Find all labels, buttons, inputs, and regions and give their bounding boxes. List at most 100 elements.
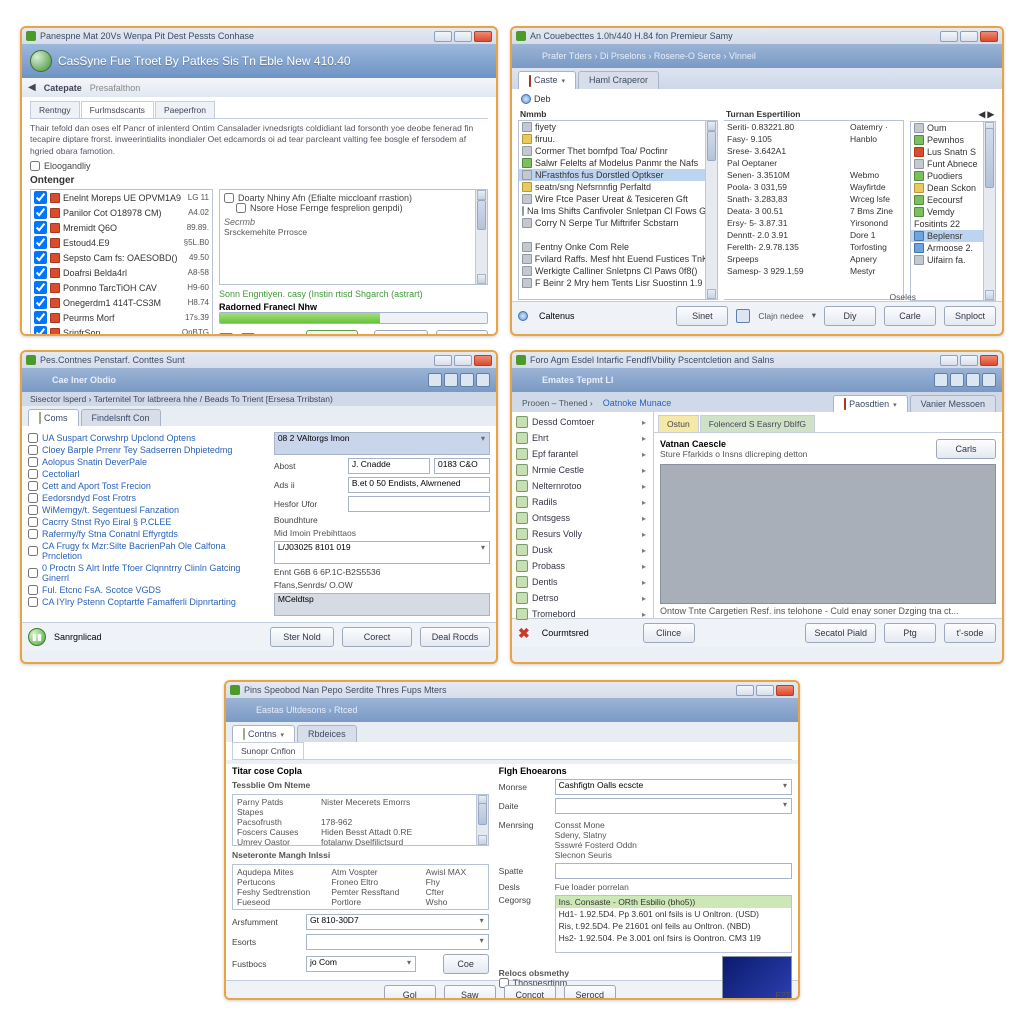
name-item[interactable]: Werkigte Calliner Snletpns Cl Paws 0f8() bbox=[519, 265, 717, 277]
category-item[interactable]: Sepsto Cam fs: OAESOBD()49.50 bbox=[31, 250, 212, 265]
category-item[interactable]: Mremidt Q6O89.89. bbox=[31, 220, 212, 235]
eos-combo[interactable]: jo Com bbox=[306, 956, 416, 972]
subtab-paeper[interactable]: Paeperfron bbox=[155, 101, 215, 118]
heater-input[interactable] bbox=[348, 496, 490, 512]
about-input[interactable]: J. Cnadde bbox=[348, 458, 430, 474]
breadcrumb[interactable]: Sisector lsperd › Tarternitel Tor latbre… bbox=[22, 392, 496, 406]
name-item[interactable]: Corry N Serpe Tur Miftrifer Scbstarn bbox=[519, 217, 717, 229]
maximize-button[interactable] bbox=[960, 31, 978, 42]
minimize-button[interactable] bbox=[940, 355, 958, 366]
cond-button[interactable]: Carle bbox=[884, 306, 936, 326]
checkbox-eloogandliy[interactable]: Eloogandliy bbox=[30, 161, 488, 171]
close-button[interactable] bbox=[776, 685, 794, 696]
sidebar-item[interactable]: Epf farantel▸ bbox=[512, 446, 653, 462]
tool-icon[interactable] bbox=[428, 373, 442, 387]
category-item[interactable]: Onegerdm1 414T-CS3MH8.74 bbox=[31, 295, 212, 310]
category-item[interactable]: Doafrsi Belda4rlA8-58 bbox=[31, 265, 212, 280]
name-item[interactable]: Na Ims Shifts Canfivoler Snletpan Cl Fow… bbox=[519, 205, 717, 217]
copy-icon[interactable] bbox=[736, 309, 750, 323]
name-item[interactable]: firuu. bbox=[519, 133, 717, 145]
titlebar[interactable]: Pins Speobod Nan Pepo Serdite Thres Fups… bbox=[226, 682, 798, 698]
option-item[interactable]: Rafermy/fy Stna Conatnl Effyrgtds bbox=[28, 528, 266, 540]
featured-button[interactable]: Featured bbox=[374, 330, 428, 336]
maximize-button[interactable] bbox=[756, 685, 774, 696]
opt-line2[interactable]: Nsore Hose Fernge fesprelion genpdi) bbox=[236, 203, 483, 213]
name-item[interactable]: Cormer Thet bomfpd Toa/ Pocfinr bbox=[519, 145, 717, 157]
tab-vanier[interactable]: Vanier Messoen bbox=[910, 395, 996, 412]
breadcrumb[interactable]: Prafer Tders › Di Prselons › Rosene-O Se… bbox=[542, 51, 756, 61]
close-button[interactable] bbox=[474, 355, 492, 366]
pane-label[interactable]: Sunopr Cnflon bbox=[232, 742, 304, 759]
category-item[interactable]: Ponmno TarcTiOH CAVH9-60 bbox=[31, 280, 212, 295]
option-item[interactable]: Aolopus Snatin DeverPale bbox=[28, 456, 266, 468]
option-item[interactable]: CA IYlry Pstenn Coptartfe Famafferli Dip… bbox=[28, 596, 266, 608]
save-button[interactable]: Ster Nold bbox=[270, 627, 334, 647]
name-item[interactable]: Salwr Felelts af Modelus Panmr the Nafs bbox=[519, 157, 717, 169]
tab-rbde[interactable]: Rbdeices bbox=[297, 725, 357, 742]
tool-icon[interactable] bbox=[982, 373, 996, 387]
banner-title[interactable]: Eastas Ultdesons › Rtced bbox=[256, 705, 358, 715]
name-item[interactable]: F Beinr 2 Mry hem Tents Lisr Suostinn 1.… bbox=[519, 277, 717, 289]
about-code[interactable]: 0183 C&O bbox=[434, 458, 490, 474]
cancel-button[interactable]: Corect bbox=[342, 627, 412, 647]
scrollbar[interactable] bbox=[475, 190, 487, 284]
category-item[interactable]: Estoud4.E9§5L.B0 bbox=[31, 235, 212, 250]
close-button[interactable] bbox=[980, 355, 998, 366]
nav-back-label[interactable]: Catepate bbox=[44, 83, 82, 93]
category-item[interactable]: SrinfrSonOnBTG bbox=[31, 325, 212, 336]
option-item[interactable]: 0 Proctn S Alrt Intfe Tfoer Clqnntrry Cl… bbox=[28, 562, 266, 584]
minimize-button[interactable] bbox=[434, 355, 452, 366]
scrollbar[interactable] bbox=[705, 121, 717, 299]
option-item[interactable]: Cloey Barple Prrenr Tey Sadserren Dhpiet… bbox=[28, 444, 266, 456]
type-list[interactable]: OumPewnhosLus Snatn SFunt AbnecePuodiers… bbox=[910, 121, 996, 301]
name-list[interactable]: fiyetyfiruu.Cormer Thet bomfpd Toa/ Pocf… bbox=[518, 120, 718, 300]
load-button[interactable]: f1 Lanll bbox=[306, 330, 358, 336]
sidebar-item[interactable]: Dusk▸ bbox=[512, 542, 653, 558]
link-encryption[interactable]: Sonn Engntiyen. casy (Instin rtisd Shgar… bbox=[219, 289, 488, 299]
name-item[interactable] bbox=[519, 229, 717, 241]
send-button[interactable]: Serocd bbox=[564, 985, 616, 1000]
arsh-combo[interactable]: Gt 810-30D7 bbox=[306, 914, 489, 930]
mc-field[interactable]: MCeldtsp bbox=[274, 593, 490, 616]
sidebar-item[interactable]: Ontsgess▸ bbox=[512, 510, 653, 526]
name-item[interactable]: NFrasthfos fus Dorstled Optkser bbox=[519, 169, 717, 181]
maximize-button[interactable] bbox=[960, 355, 978, 366]
console-canvas[interactable] bbox=[660, 464, 996, 604]
option-item[interactable]: Cett and Aport Tost Frecion bbox=[28, 480, 266, 492]
sidebar-item[interactable]: Tromebord▸ bbox=[512, 606, 653, 622]
option-item[interactable]: Cectoliarl bbox=[28, 468, 266, 480]
close-button[interactable] bbox=[474, 31, 492, 42]
name-item[interactable]: Fvilard Raffs. Mesf hht Euend Fustices T… bbox=[519, 253, 717, 265]
blockB-list[interactable]: Aqudepa MitesAtm VospterAwisl MAXPertuco… bbox=[232, 864, 489, 910]
name-item[interactable]: seatn/sng Nefsrnnfig Perfaltd bbox=[519, 181, 717, 193]
date-combo[interactable] bbox=[555, 798, 792, 814]
titlebar[interactable]: Foro Agm Esdel Intarfic FendfIVbility Ps… bbox=[512, 352, 1002, 368]
titlebar[interactable]: An Couebecttes 1.0h/440 H.84 fon Premieu… bbox=[512, 28, 1002, 44]
sidebar-item[interactable]: Nrmie Cestle▸ bbox=[512, 462, 653, 478]
name-item[interactable]: Fentny Onke Com Rele bbox=[519, 241, 717, 253]
design-button[interactable]: Dergns bbox=[436, 330, 488, 336]
tool-icon[interactable] bbox=[950, 373, 964, 387]
tool-icon[interactable] bbox=[444, 373, 458, 387]
sidebar-item[interactable]: Dentls▸ bbox=[512, 574, 653, 590]
subtab-ostun[interactable]: Ostun bbox=[658, 415, 699, 432]
subtab-rentngy[interactable]: Rentngy bbox=[30, 101, 80, 118]
sidebar-item[interactable]: Ehrt▸ bbox=[512, 430, 653, 446]
ceg-hl[interactable]: Ins. Consaste - ORth Esbilio (bho5)) bbox=[556, 896, 791, 908]
opt-line1[interactable]: Doarty Nhiny Afn (Efialte miccloanf rras… bbox=[224, 193, 483, 203]
name-combo[interactable]: Cashfigtn Oalls ecscte bbox=[555, 779, 792, 795]
maximize-button[interactable] bbox=[454, 355, 472, 366]
save-button[interactable]: Saw bbox=[444, 985, 496, 1000]
category-list[interactable]: Enelnt Moreps UE OPVM1A9LG 11Panilor Cot… bbox=[30, 189, 213, 336]
sidebar-item[interactable]: Radils▸ bbox=[512, 494, 653, 510]
sidebar-item[interactable]: Resurs Volly▸ bbox=[512, 526, 653, 542]
titlebar[interactable]: Pes.Contnes Penstarf. Conttes Sunt bbox=[22, 352, 496, 368]
close-button[interactable] bbox=[980, 31, 998, 42]
ads-input[interactable]: B.et 0 50 Endists, Alwrnened bbox=[348, 477, 490, 493]
ok-button[interactable]: Gol bbox=[384, 985, 436, 1000]
option-item[interactable]: Ful. Etcnc FsA. Scotce VGDS bbox=[28, 584, 266, 596]
tab-contns[interactable]: Contns▾ bbox=[232, 725, 295, 742]
start-button[interactable]: Sinet bbox=[676, 306, 728, 326]
deal-button[interactable]: Deal Rocds bbox=[420, 627, 490, 647]
tool-icon[interactable] bbox=[460, 373, 474, 387]
